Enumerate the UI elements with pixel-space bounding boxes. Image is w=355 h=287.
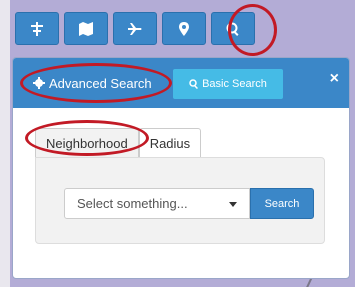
filter-button[interactable]	[15, 12, 59, 45]
map-toolbar	[15, 12, 260, 45]
tab-basic-label: Basic Search	[202, 78, 267, 90]
map-button[interactable]	[64, 12, 108, 45]
tab-neighborhood[interactable]: Neighborhood	[35, 128, 139, 158]
location-button[interactable]	[162, 12, 206, 45]
close-button[interactable]: ×	[330, 70, 339, 88]
search-form: Select something... Search	[35, 157, 325, 244]
map-area[interactable]	[0, 0, 10, 287]
plane-button[interactable]	[113, 12, 157, 45]
search-tool-button[interactable]	[211, 12, 255, 45]
filter-icon	[31, 21, 43, 36]
neighborhood-select[interactable]: Select something...	[64, 188, 250, 219]
search-subtabs: Neighborhood Radius	[35, 128, 202, 158]
map-icon	[79, 21, 93, 36]
caret-down-icon	[229, 202, 237, 207]
search-panel: Advanced Search Basic Search × Neighborh…	[12, 57, 350, 279]
search-button[interactable]: Search	[250, 188, 314, 219]
plane-icon	[128, 22, 142, 35]
search-icon	[189, 79, 199, 89]
tab-advanced-label: Advanced Search	[49, 75, 152, 91]
search-icon	[226, 22, 239, 36]
tab-advanced-search[interactable]: Advanced Search	[27, 69, 158, 97]
select-value: Select something...	[77, 196, 188, 211]
gear-icon	[33, 77, 45, 89]
tab-radius[interactable]: Radius	[138, 128, 202, 158]
tab-basic-search[interactable]: Basic Search	[173, 69, 283, 99]
location-pin-icon	[179, 21, 189, 36]
